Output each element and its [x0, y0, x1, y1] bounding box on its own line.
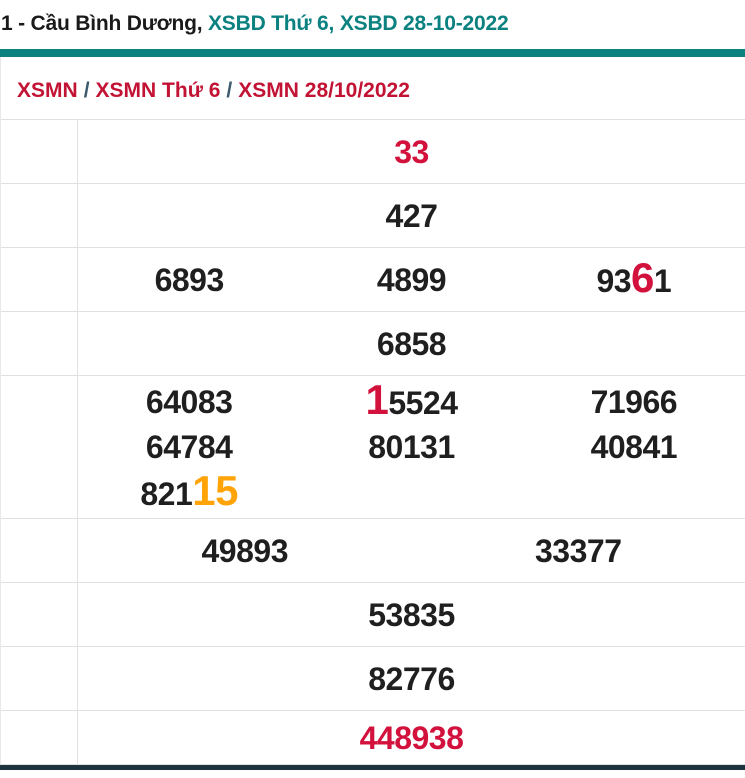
prize-values: 427 [78, 184, 745, 247]
prize-label [1, 583, 78, 646]
results-card: XSMN / XSMN Thứ 6/XSMN 28/10/2022 33 427 689… [0, 57, 745, 765]
prize-label [1, 184, 78, 247]
prize-value: 49893 [78, 529, 412, 573]
prize-value: 4899 [300, 258, 522, 302]
table-row-g1: 82776 [1, 647, 745, 711]
table-row-g5: 6858 [1, 312, 745, 376]
table-row-g8: 33 [1, 120, 745, 184]
highlighted-digits: 15 [192, 467, 238, 514]
digits: 64784 [145, 429, 233, 465]
breadcrumb-separator: / [226, 79, 233, 102]
prize-values: 82776 [78, 647, 745, 710]
digits: 6858 [376, 325, 447, 362]
prize-value: 6893 [78, 258, 300, 302]
prize-value: 64784 [78, 425, 300, 469]
digits: 33377 [535, 532, 622, 569]
highlighted-digits: 6 [631, 254, 654, 301]
table-row-db6: 448938 [1, 711, 745, 765]
digits: 64083 [145, 383, 233, 420]
prize-value: 40841 [523, 425, 745, 469]
digits: 427 [385, 197, 438, 234]
table-row-g2: 53835 [1, 583, 745, 647]
digits: 80131 [368, 429, 455, 465]
table-row-g7: 427 [1, 184, 745, 248]
prize-value: 33377 [412, 529, 745, 573]
prize-value: 33 [78, 130, 745, 174]
table-row-g6: 6893 4899 93 6 1 [1, 248, 745, 312]
title-text: 1 - Cầu Bình Dương, [1, 12, 203, 35]
prize-label [1, 120, 78, 183]
prize-value: 427 [78, 194, 745, 238]
prize-value: 64083 [78, 380, 300, 424]
prize-values: 64083 1 5524 71966 64784 80131 40841 821 15 [78, 376, 745, 518]
prize-label [1, 376, 78, 518]
prize-value: 53835 [78, 593, 745, 637]
prize-value: 82776 [78, 657, 745, 701]
digits: 53835 [368, 596, 455, 633]
prize-label [1, 647, 78, 710]
prize-value: 821 15 [78, 469, 300, 516]
digits: 5524 [388, 385, 458, 421]
table-row-g3: 49893 33377 [1, 519, 745, 583]
digits: 82776 [368, 660, 455, 697]
prize-label [1, 711, 78, 764]
prize-label [1, 248, 78, 311]
breadcrumb: XSMN / XSMN Thứ 6/XSMN 28/10/2022 [1, 57, 745, 119]
prize-value: 1 5524 [300, 378, 522, 425]
title-link-weekday[interactable]: XSBD Thứ 6, [208, 12, 334, 35]
digits: 6893 [154, 261, 225, 298]
prize-value: 6858 [78, 322, 745, 366]
prize-value: 71966 [523, 380, 745, 424]
divider-bar [0, 49, 745, 57]
breadcrumb-link[interactable]: XSMN [17, 79, 78, 102]
breadcrumb-link[interactable]: XSMN Thứ 6 [96, 79, 221, 102]
bottom-border-bar [0, 765, 745, 770]
digits: 49893 [201, 532, 289, 569]
table-row-g4: 64083 1 5524 71966 64784 80131 40841 821 15 [1, 376, 745, 519]
highlighted-digits: 33 [394, 133, 429, 170]
prize-value: 80131 [300, 425, 522, 469]
prize-value: 448938 [78, 716, 745, 760]
prize-values: 49893 33377 [78, 519, 745, 582]
prize-values: 33 [78, 120, 745, 183]
digits: 4899 [376, 261, 447, 298]
prize-values: 53835 [78, 583, 745, 646]
digits: 1 [653, 263, 672, 299]
prize-value: 93 6 1 [523, 256, 745, 303]
results-table: 33 427 6893 4899 93 6 1 6858 64083 1 5524 71966 6478… [1, 119, 745, 765]
page-title: 1 - Cầu Bình Dương, XSBD Thứ 6, XSBD 28-… [0, 0, 745, 36]
digits: 93 [596, 263, 632, 299]
prize-values: 6858 [78, 312, 745, 375]
prize-label [1, 312, 78, 375]
digits: 40841 [590, 429, 678, 465]
title-link-date[interactable]: XSBD 28-10-2022 [340, 12, 509, 35]
highlighted-digits: 448938 [359, 719, 464, 756]
prize-label [1, 519, 78, 582]
breadcrumb-separator: / [83, 79, 90, 102]
prize-values: 6893 4899 93 6 1 [78, 248, 745, 311]
prize-values: 448938 [78, 711, 745, 764]
digits: 821 [140, 476, 193, 512]
digits: 71966 [590, 383, 678, 420]
highlighted-digits: 1 [365, 376, 389, 423]
breadcrumb-link[interactable]: XSMN 28/10/2022 [238, 79, 410, 102]
